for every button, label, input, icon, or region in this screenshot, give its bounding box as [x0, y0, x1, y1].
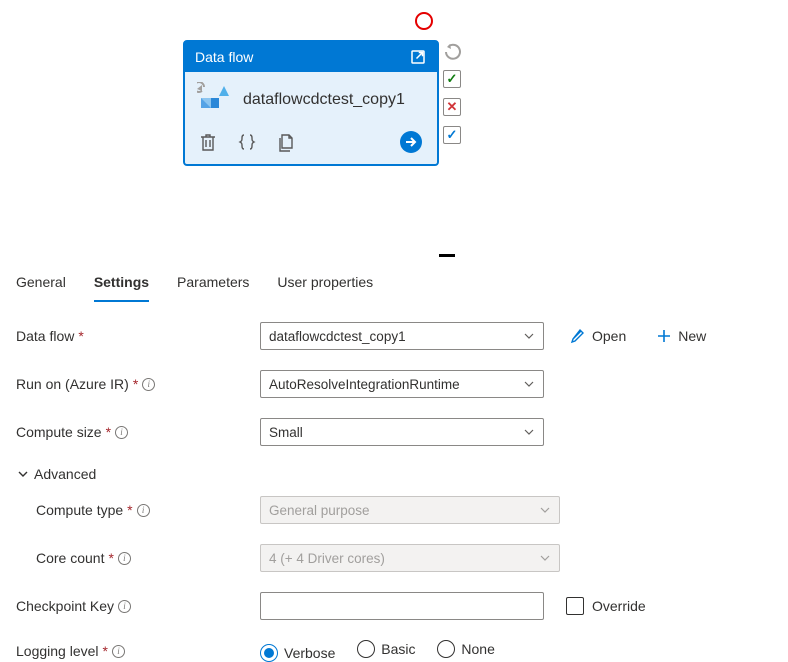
open-label: Open — [592, 328, 626, 344]
panel-resize-handle[interactable] — [439, 254, 455, 257]
required-marker: * — [127, 502, 132, 518]
override-checkbox[interactable] — [566, 597, 584, 615]
run-arrow-icon[interactable] — [399, 130, 423, 154]
chevron-down-icon — [523, 330, 535, 342]
row-compute-size: Compute size * i Small — [16, 418, 772, 446]
open-external-icon[interactable] — [409, 48, 427, 66]
tab-user-properties[interactable]: User properties — [277, 268, 373, 302]
tab-bar: General Settings Parameters User propert… — [16, 268, 772, 302]
row-core-count: Core count * i 4 (+ 4 Driver cores) — [16, 544, 772, 572]
open-button[interactable]: Open — [570, 328, 626, 344]
settings-form: Data flow * dataflowcdctest_copy1 Open N… — [16, 322, 772, 662]
advanced-label: Advanced — [34, 466, 96, 482]
compute-type-value: General purpose — [269, 503, 370, 518]
logging-radio-group: Verbose Basic None — [260, 640, 513, 662]
required-marker: * — [108, 550, 113, 566]
status-success-icon[interactable]: ✓ — [443, 70, 461, 88]
card-activity-name: dataflowcdctest_copy1 — [243, 90, 405, 110]
compute-size-label: Compute size — [16, 424, 102, 440]
status-indicators: ✓ ✕ ✓ — [443, 42, 463, 144]
card-header-title: Data flow — [195, 49, 253, 65]
runon-select[interactable]: AutoResolveIntegrationRuntime — [260, 370, 544, 398]
row-logging: Logging level * i Verbose Basic None — [16, 640, 772, 662]
compute-type-label: Compute type — [36, 502, 123, 518]
advanced-toggle[interactable]: Advanced — [16, 466, 772, 482]
row-checkpoint: Checkpoint Key i Override — [16, 592, 772, 620]
row-dataflow: Data flow * dataflowcdctest_copy1 Open N… — [16, 322, 772, 350]
checkpoint-input[interactable] — [260, 592, 544, 620]
core-count-value: 4 (+ 4 Driver cores) — [269, 551, 385, 566]
card-header: Data flow — [185, 42, 437, 72]
required-marker: * — [133, 376, 138, 392]
tab-parameters[interactable]: Parameters — [177, 268, 249, 302]
required-marker: * — [106, 424, 111, 440]
radio-none-label: None — [461, 641, 494, 657]
radio-verbose[interactable]: Verbose — [260, 644, 335, 662]
new-label: New — [678, 328, 706, 344]
dataflow-select[interactable]: dataflowcdctest_copy1 — [260, 322, 544, 350]
info-icon[interactable]: i — [118, 600, 131, 613]
dataflow-select-value: dataflowcdctest_copy1 — [269, 329, 406, 344]
redo-icon[interactable] — [443, 42, 463, 60]
info-icon[interactable]: i — [142, 378, 155, 391]
delete-icon[interactable] — [199, 132, 217, 152]
info-icon[interactable]: i — [137, 504, 150, 517]
runon-label: Run on (Azure IR) — [16, 376, 129, 392]
status-flag-icon[interactable]: ✓ — [443, 126, 461, 144]
logging-label: Logging level — [16, 643, 99, 659]
core-count-select: 4 (+ 4 Driver cores) — [260, 544, 560, 572]
chevron-down-icon — [539, 552, 551, 564]
checkpoint-label: Checkpoint Key — [16, 598, 114, 614]
tab-settings[interactable]: Settings — [94, 268, 149, 302]
new-button[interactable]: New — [656, 328, 706, 344]
radio-verbose-label: Verbose — [284, 645, 335, 661]
card-footer — [185, 122, 437, 164]
required-marker: * — [103, 643, 108, 659]
dataflow-activity-card[interactable]: Data flow dataflowcdctest_copy1 — [183, 40, 439, 166]
compute-type-select: General purpose — [260, 496, 560, 524]
card-body: dataflowcdctest_copy1 — [185, 72, 437, 122]
row-runon: Run on (Azure IR) * i AutoResolveIntegra… — [16, 370, 772, 398]
override-label: Override — [592, 598, 646, 614]
runon-select-value: AutoResolveIntegrationRuntime — [269, 377, 460, 392]
row-compute-type: Compute type * i General purpose — [16, 496, 772, 524]
info-icon[interactable]: i — [118, 552, 131, 565]
compute-size-select[interactable]: Small — [260, 418, 544, 446]
required-marker: * — [78, 328, 83, 344]
status-fail-icon[interactable]: ✕ — [443, 98, 461, 116]
dataflow-label: Data flow — [16, 328, 74, 344]
chevron-down-icon — [523, 378, 535, 390]
radio-basic-label: Basic — [381, 641, 415, 657]
radio-basic[interactable]: Basic — [357, 640, 415, 658]
compute-size-value: Small — [269, 425, 303, 440]
radio-none[interactable]: None — [437, 640, 494, 658]
highlight-circle — [415, 12, 433, 30]
info-icon[interactable]: i — [115, 426, 128, 439]
tab-general[interactable]: General — [16, 268, 66, 302]
code-braces-icon[interactable] — [237, 132, 257, 152]
chevron-down-icon — [523, 426, 535, 438]
core-count-label: Core count — [36, 550, 104, 566]
copy-icon[interactable] — [277, 132, 295, 152]
chevron-down-icon — [539, 504, 551, 516]
dataflow-icon — [197, 82, 233, 118]
info-icon[interactable]: i — [112, 645, 125, 658]
